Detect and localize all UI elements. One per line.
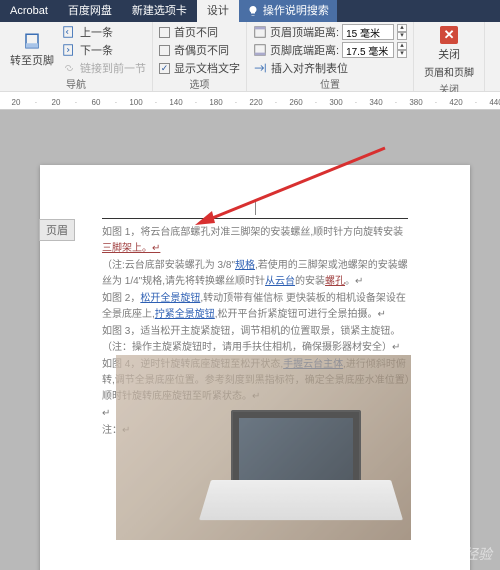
- goto-footer-button[interactable]: 转至页脚: [6, 24, 58, 76]
- laptop-graphic: [211, 410, 391, 530]
- header-distance-icon: [253, 25, 267, 39]
- group-position-label: 位置: [253, 76, 407, 93]
- show-doc-text-checkbox[interactable]: ✓显示文档文字: [159, 60, 240, 76]
- prev-icon: [62, 25, 76, 39]
- group-options: 首页不同 奇偶页不同 ✓显示文档文字 选项: [153, 22, 247, 91]
- tab-new[interactable]: 新建选项卡: [122, 0, 197, 22]
- footer-distance-spinner[interactable]: ▴▾: [397, 42, 407, 58]
- goto-footer-icon: [23, 32, 41, 50]
- group-close: ✕ 关闭 页眉和页脚 关闭: [414, 22, 485, 91]
- paw-icon: [416, 545, 436, 563]
- insert-align-tab-button[interactable]: 插入对齐制表位: [253, 60, 407, 76]
- checkbox-checked-icon: ✓: [159, 63, 170, 74]
- group-nav: 转至页脚 上一条 下一条 链接到前一节 导航: [0, 22, 153, 91]
- group-nav-label: 导航: [6, 76, 146, 93]
- document-canvas: 页眉 如图 1，将云台底部螺孔对准三脚架的安装螺丝,顺时针方向旋转安装三脚架上。…: [0, 110, 500, 570]
- embedded-image[interactable]: [116, 355, 411, 540]
- header-badge: 页眉: [39, 219, 75, 241]
- close-header-footer-button[interactable]: ✕ 关闭 页眉和页脚: [420, 24, 478, 81]
- horizontal-ruler[interactable]: 20·20·60·100·140·180·220·260·300·340·380…: [0, 92, 500, 110]
- lightbulb-icon: [247, 5, 259, 17]
- tab-baidu[interactable]: 百度网盘: [58, 0, 122, 22]
- odd-even-diff-checkbox[interactable]: 奇偶页不同: [159, 42, 240, 58]
- link-icon: [62, 61, 76, 75]
- ribbon: 转至页脚 上一条 下一条 链接到前一节 导航: [0, 22, 500, 92]
- first-page-diff-checkbox[interactable]: 首页不同: [159, 24, 240, 40]
- goto-footer-label: 转至页脚: [10, 52, 54, 68]
- header-distance-spinner[interactable]: ▴▾: [397, 24, 407, 40]
- checkbox-icon: [159, 27, 170, 38]
- prev-button[interactable]: 上一条: [62, 24, 146, 40]
- watermark: Bai 经验: [416, 544, 492, 564]
- text-cursor: [255, 199, 256, 215]
- page-header-region[interactable]: [102, 199, 408, 219]
- footer-distance-label: 页脚底端距离:: [270, 42, 339, 58]
- footer-distance-input[interactable]: [342, 42, 394, 58]
- ribbon-tabs: Acrobat 百度网盘 新建选项卡 设计 操作说明搜索: [0, 0, 500, 22]
- group-position: 页眉顶端距离: ▴▾ 页脚底端距离: ▴▾ 插入对齐制表位 位置: [247, 22, 414, 91]
- next-icon: [62, 43, 76, 57]
- page[interactable]: 页眉 如图 1，将云台底部螺孔对准三脚架的安装螺丝,顺时针方向旋转安装三脚架上。…: [40, 165, 470, 570]
- next-button[interactable]: 下一条: [62, 42, 146, 58]
- header-distance-label: 页眉顶端距离:: [270, 24, 339, 40]
- group-options-label: 选项: [159, 76, 240, 93]
- header-distance-input[interactable]: [342, 24, 394, 40]
- help-search[interactable]: 操作说明搜索: [239, 0, 337, 22]
- link-prev-button: 链接到前一节: [62, 60, 146, 76]
- tab-acrobat[interactable]: Acrobat: [0, 0, 58, 22]
- footer-distance-row: 页脚底端距离: ▴▾: [253, 42, 407, 58]
- align-tab-icon: [253, 61, 267, 75]
- footer-distance-icon: [253, 43, 267, 57]
- annotation-arrow: [190, 143, 390, 233]
- help-search-label: 操作说明搜索: [263, 0, 329, 22]
- header-distance-row: 页眉顶端距离: ▴▾: [253, 24, 407, 40]
- tab-design[interactable]: 设计: [197, 0, 239, 22]
- close-icon: ✕: [440, 26, 458, 44]
- checkbox-icon: [159, 45, 170, 56]
